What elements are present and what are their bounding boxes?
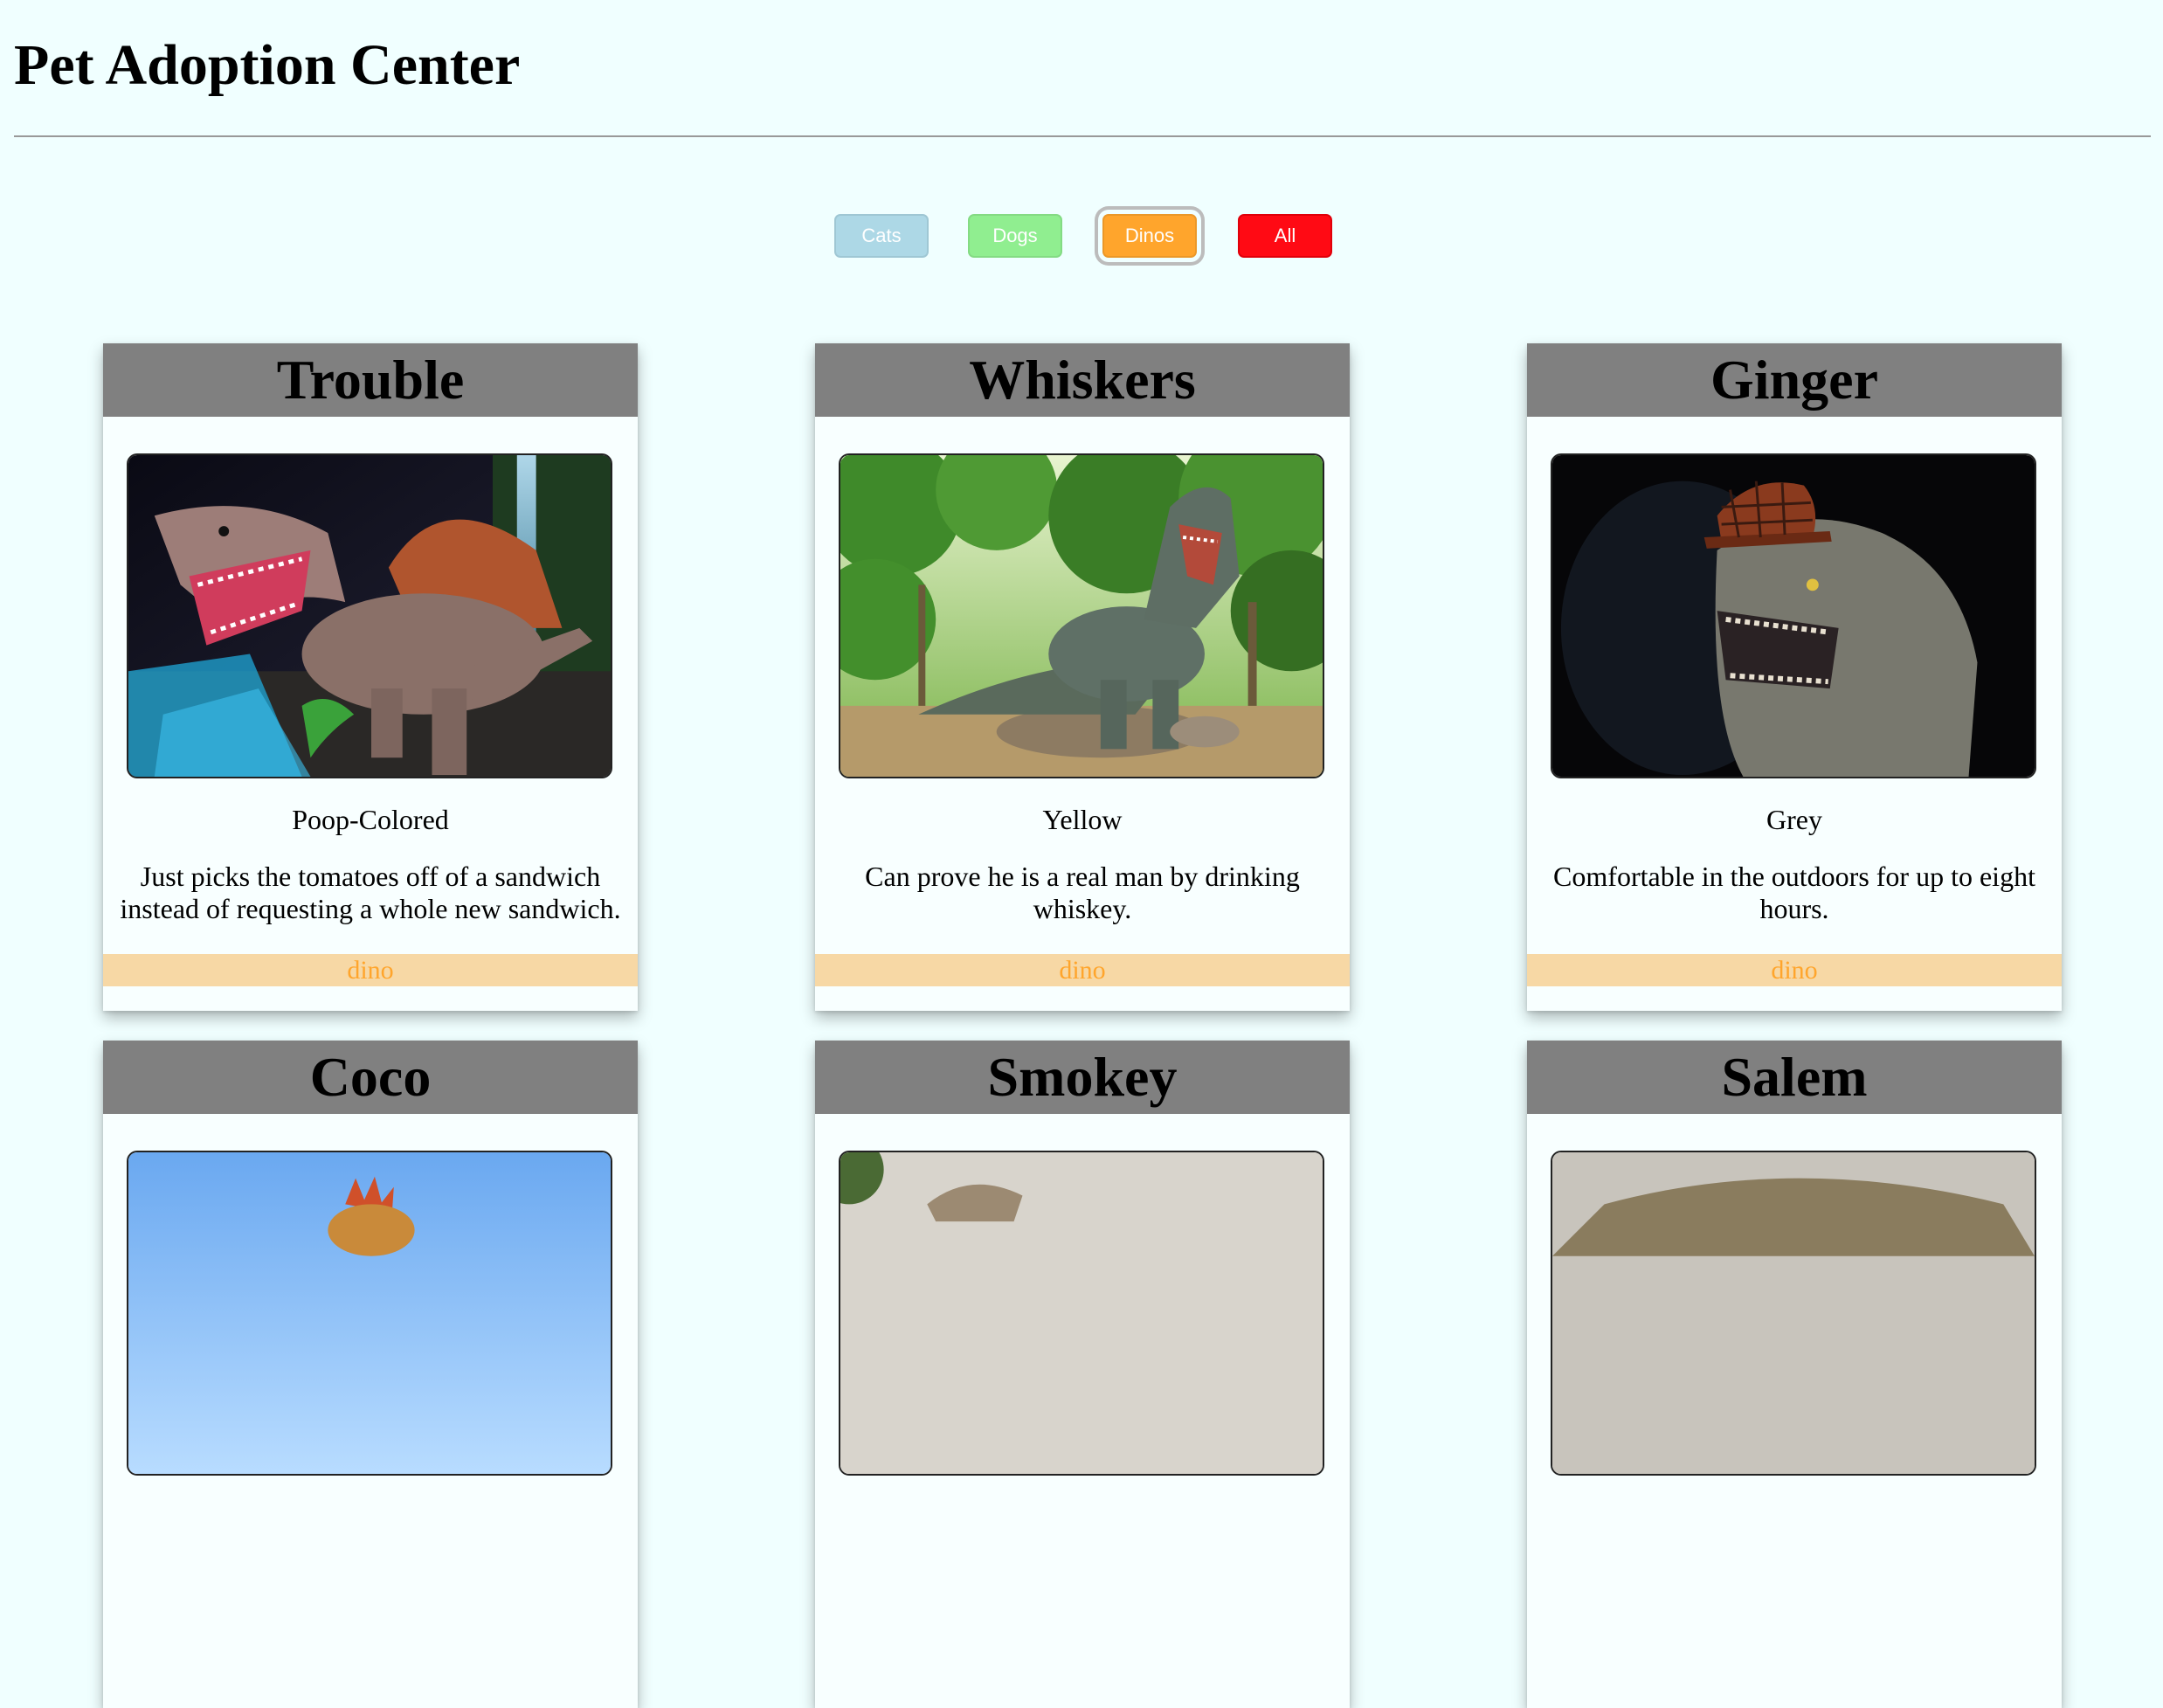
pet-name: Whiskers	[969, 349, 1196, 411]
pet-description: Just picks the tomatoes off of a sandwic…	[120, 861, 621, 924]
pet-name: Coco	[309, 1046, 432, 1108]
filter-dinos-button[interactable]: Dinos	[1102, 214, 1197, 258]
card-header: Ginger	[1527, 343, 2062, 417]
pet-type-badge: dino	[103, 954, 638, 986]
filter-cats-button[interactable]: Cats	[834, 214, 929, 258]
pet-name: Ginger	[1710, 349, 1878, 411]
pet-card[interactable]: Coco	[103, 1041, 638, 1708]
pet-type-badge: dino	[1527, 954, 2062, 986]
pet-card[interactable]: Whiskers Yellow Can prove he is a real m…	[815, 343, 1350, 1011]
pet-name: Trouble	[276, 349, 465, 411]
dinosaur-outdoor-photo	[839, 1151, 1324, 1476]
t-rex-with-hat-photo	[1551, 453, 2036, 778]
pet-name: Smokey	[987, 1046, 1178, 1108]
pet-description: Can prove he is a real man by drinking w…	[865, 861, 1300, 924]
pet-card[interactable]: Smokey	[815, 1041, 1350, 1708]
filter-dogs-button[interactable]: Dogs	[968, 214, 1062, 258]
pet-name: Salem	[1721, 1046, 1868, 1108]
pet-color: Poop-Colored	[292, 804, 449, 835]
dinosaur-closeup-photo	[1551, 1151, 2036, 1476]
card-header: Whiskers	[815, 343, 1350, 417]
spinosaurus-photo	[127, 453, 612, 778]
pet-card[interactable]: Ginger Grey Comfortable in the outdoors …	[1527, 343, 2062, 1011]
card-header: Salem	[1527, 1041, 2062, 1114]
filter-bar: Cats Dogs Dinos All	[0, 207, 2163, 265]
pet-color: Grey	[1766, 804, 1822, 835]
card-header: Coco	[103, 1041, 638, 1114]
filter-all-button[interactable]: All	[1238, 214, 1332, 258]
pet-card[interactable]: Trouble Poop-Colored Just picks the toma…	[103, 343, 638, 1011]
pet-color: Yellow	[1042, 804, 1123, 835]
pet-description: Comfortable in the outdoors for up to ei…	[1553, 861, 2035, 924]
card-header: Smokey	[815, 1041, 1350, 1114]
pet-type-badge: dino	[815, 954, 1350, 986]
page-title: Pet Adoption Center	[14, 33, 521, 97]
title-divider	[14, 135, 2151, 137]
t-rex-forest-photo	[839, 453, 1324, 778]
pet-card[interactable]: Salem	[1527, 1041, 2062, 1708]
stegosaurus-sky-photo	[127, 1151, 612, 1476]
card-header: Trouble	[103, 343, 638, 417]
